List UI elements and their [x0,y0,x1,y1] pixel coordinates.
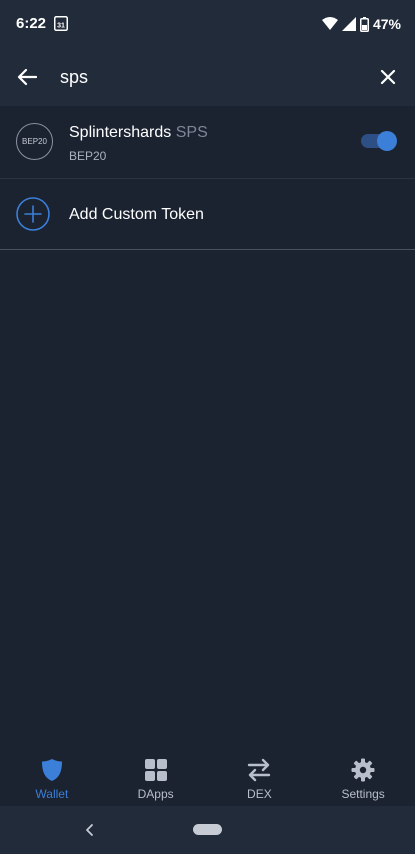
wifi-icon [321,17,338,30]
token-list-item[interactable]: BEP20 Splintershards SPS BEP20 [0,106,415,179]
system-navigation-bar [0,806,415,854]
shield-icon [39,757,65,783]
token-name: Splintershards [69,124,172,141]
token-symbol: SPS [175,124,208,141]
token-network: BEP20 [69,149,107,163]
search-header [0,48,415,106]
nav-dex-label: DEX [247,787,272,801]
calendar-icon: 31 [54,16,68,31]
back-button[interactable] [12,62,42,92]
toggle-knob [377,131,397,151]
add-custom-token-button[interactable]: Add Custom Token [0,179,415,250]
grid-icon [143,757,169,783]
system-back-icon[interactable] [84,822,96,838]
battery-percent: 47% [372,16,401,32]
plus-circle-icon [16,197,50,231]
token-enable-toggle[interactable] [361,131,397,151]
bottom-navigation: Wallet DApps DEX Settings [0,748,415,806]
nav-dapps[interactable]: DApps [104,748,208,806]
token-badge-label: BEP20 [22,137,47,146]
token-logo: BEP20 [16,123,53,160]
add-custom-token-label: Add Custom Token [69,206,204,223]
nav-dex[interactable]: DEX [208,748,312,806]
calendar-day: 31 [57,23,65,30]
wallet-search-screen: 6:22 31 47% sps BEP20 Splintershards SPS… [0,0,415,854]
battery-icon [359,16,369,32]
system-home-button[interactable] [193,824,222,835]
cell-signal-icon [341,17,356,31]
search-input[interactable] [60,62,360,92]
close-icon [380,69,396,85]
arrow-left-icon [17,68,37,86]
nav-dapps-label: DApps [137,787,174,801]
gear-icon [350,757,376,783]
nav-settings-label: Settings [341,787,385,801]
token-title: Splintershards SPS [69,124,208,142]
nav-wallet-label: Wallet [35,787,69,801]
clear-search-button[interactable] [373,62,403,92]
nav-wallet[interactable]: Wallet [0,748,104,806]
status-indicators: 47% [321,14,401,34]
status-time: 6:22 [16,15,47,32]
nav-settings[interactable]: Settings [311,748,415,806]
status-bar: 6:22 31 47% [0,0,415,48]
swap-icon [246,757,272,783]
